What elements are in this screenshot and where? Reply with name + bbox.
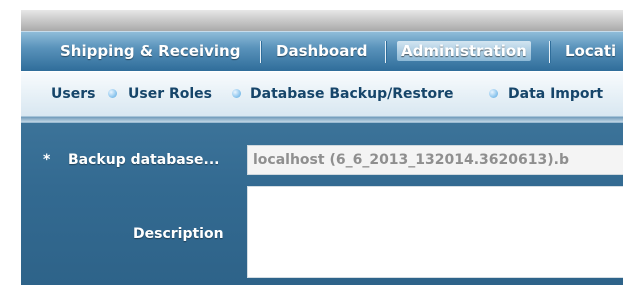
- nav-separator: [549, 41, 550, 63]
- window-top-bar: [21, 10, 623, 31]
- required-marker: *: [43, 152, 51, 168]
- subnav-data-import[interactable]: Data Import: [508, 72, 603, 116]
- nav-separator: [385, 41, 386, 63]
- main-navigation: Shipping & Receiving Dashboard Administr…: [21, 31, 623, 71]
- backup-database-label: Backup database...: [68, 152, 220, 168]
- nav-separator: [260, 41, 261, 63]
- description-label: Description: [133, 226, 224, 242]
- nav-shipping-receiving[interactable]: Shipping & Receiving: [60, 32, 240, 70]
- bullet-icon: [232, 89, 241, 98]
- subnav-users[interactable]: Users: [51, 72, 95, 116]
- nav-locations[interactable]: Locati: [565, 32, 616, 70]
- description-field[interactable]: [247, 186, 623, 278]
- backup-database-field[interactable]: localhost (6_6_2013_132014.3620613).b: [247, 145, 623, 175]
- bullet-icon: [108, 89, 117, 98]
- backup-form-panel: * Backup database... localhost (6_6_2013…: [21, 122, 623, 285]
- nav-dashboard[interactable]: Dashboard: [276, 32, 367, 70]
- subnav-database-backup-restore[interactable]: Database Backup/Restore: [250, 72, 454, 116]
- subnav-user-roles[interactable]: User Roles: [128, 72, 212, 116]
- sub-navigation: Users User Roles Database Backup/Restore…: [21, 72, 623, 117]
- bullet-icon: [489, 89, 498, 98]
- nav-administration[interactable]: Administration: [397, 32, 531, 70]
